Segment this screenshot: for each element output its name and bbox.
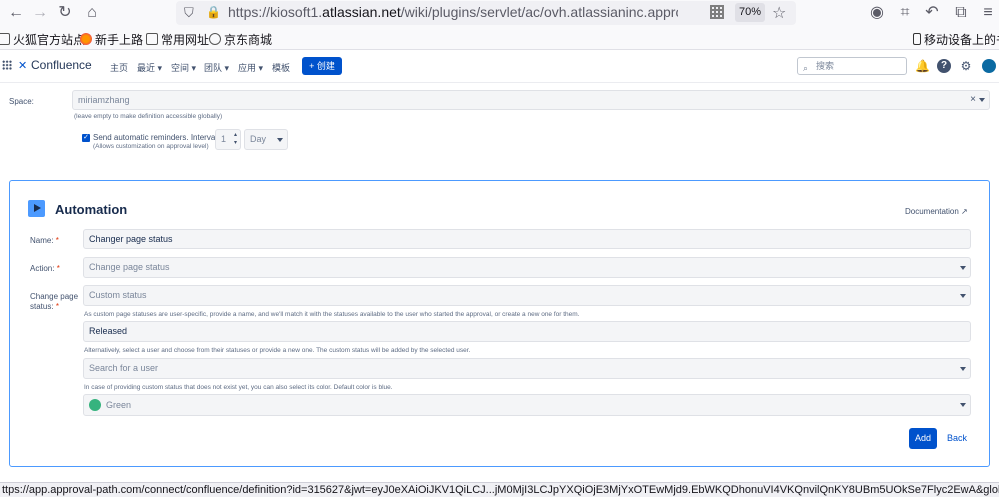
app-switcher-icon[interactable]	[2, 60, 12, 70]
account-icon[interactable]: ◉	[867, 3, 887, 23]
automation-title: Automation	[55, 202, 128, 217]
url-text: https://kiosoft1.atlassian.net/wiki/plug…	[228, 4, 678, 20]
qr-code-icon[interactable]	[710, 5, 724, 19]
status-name-input[interactable]: Released	[83, 321, 971, 342]
bookmark-getting-started[interactable]: 新手上路	[80, 31, 143, 48]
documentation-link[interactable]: Documentation ↗	[905, 207, 968, 216]
name-label: Name: *	[30, 236, 59, 245]
chevron-down-icon	[979, 98, 985, 102]
interval-stepper[interactable]: 1 ▴ ▾	[215, 129, 241, 150]
reminder-checkbox[interactable]: ✓	[82, 134, 90, 142]
action-select[interactable]: Change page status	[83, 257, 971, 278]
home-icon[interactable]: ⌂	[82, 3, 102, 23]
user-hint: Alternatively, select a user and choose …	[84, 347, 471, 354]
nav-home[interactable]: 主页	[110, 61, 128, 74]
space-select[interactable]: miriamzhang ×	[72, 90, 990, 110]
color-hint: In case of providing custom status that …	[84, 384, 393, 391]
undo-icon[interactable]: ↶	[922, 3, 942, 23]
folder-icon	[0, 33, 10, 45]
notifications-icon[interactable]: 🔔	[915, 59, 930, 73]
change-status-label: Change page status: *	[30, 292, 79, 311]
help-icon[interactable]: ?	[937, 59, 951, 73]
chevron-down-icon	[960, 293, 966, 298]
nav-templates[interactable]: 模板	[272, 61, 290, 74]
create-button[interactable]: + 创建	[302, 57, 342, 75]
nav-apps[interactable]: 应用 ▾	[238, 61, 263, 74]
mobile-icon	[913, 33, 921, 45]
extensions-icon[interactable]: ⧉	[951, 3, 971, 23]
automation-play-icon	[28, 200, 45, 217]
nav-recent[interactable]: 最近 ▾	[137, 61, 162, 74]
chevron-down-icon	[960, 366, 966, 371]
clear-icon[interactable]: ×	[970, 91, 976, 109]
bookmark-jd-mall[interactable]: 京东商城	[209, 31, 272, 48]
bookmarks-bar: 火狐官方站点 新手上路 常用网址 京东商城 移动设备上的书签	[0, 27, 999, 50]
search-icon: ⌕	[803, 63, 809, 73]
folder-icon	[146, 33, 158, 45]
nav-teams[interactable]: 团队 ▾	[204, 61, 229, 74]
chevron-down-icon	[960, 403, 966, 407]
chevron-down-icon	[960, 265, 966, 270]
user-search-select[interactable]: Search for a user	[83, 358, 971, 379]
back-link[interactable]: Back	[947, 433, 967, 443]
bookmark-mobile[interactable]: 移动设备上的书签	[913, 31, 999, 48]
action-label: Action: *	[30, 264, 60, 273]
firefox-icon	[80, 33, 92, 45]
automation-panel: Automation Documentation ↗ Name: * Chang…	[9, 180, 990, 467]
address-bar[interactable]: ⛉ 🔒 https://kiosoft1.atlassian.net/wiki/…	[176, 1, 796, 25]
globe-icon	[209, 33, 221, 45]
shield-icon: ⛉	[184, 5, 194, 20]
bookmark-common-sites[interactable]: 常用网址	[146, 31, 209, 48]
forward-arrow-icon[interactable]: →	[30, 3, 50, 23]
custom-status-hint: As custom page statuses are user-specifi…	[84, 311, 580, 318]
lock-icon: 🔒	[206, 5, 221, 19]
browser-status-url: ttps://app.approval-path.com/connect/con…	[0, 482, 999, 497]
stepper-arrows-icon[interactable]: ▴ ▾	[234, 131, 237, 147]
interval-unit-select[interactable]: Day	[244, 129, 288, 150]
crop-icon[interactable]: ⌗	[895, 3, 915, 23]
zoom-level[interactable]: 70%	[735, 3, 765, 22]
add-button[interactable]: Add	[909, 428, 937, 449]
back-arrow-icon[interactable]: ←	[6, 3, 26, 23]
confluence-logo-icon: ✕	[18, 60, 28, 72]
star-icon[interactable]: ☆	[772, 3, 786, 23]
name-input[interactable]: Changer page status	[83, 229, 971, 249]
reminder-hint: (Allows customization on approval level)	[93, 143, 209, 150]
custom-status-select[interactable]: Custom status	[83, 285, 971, 306]
space-label: Space:	[9, 97, 34, 106]
chevron-down-icon	[277, 137, 283, 142]
menu-icon[interactable]: ≡	[978, 3, 998, 23]
bookmark-firefox-site[interactable]: 火狐官方站点	[0, 31, 85, 48]
green-color-swatch-icon	[89, 399, 101, 411]
external-link-icon: ↗	[961, 207, 968, 216]
space-hint: (leave empty to make definition accessib…	[74, 113, 223, 120]
reminder-label: Send automatic reminders. Interval:	[93, 133, 220, 142]
avatar[interactable]	[982, 59, 996, 73]
settings-gear-icon[interactable]: ⚙	[959, 59, 973, 73]
browser-toolbar: ← → ↻ ⌂ ⛉ 🔒 https://kiosoft1.atlassian.n…	[0, 0, 999, 27]
app-name[interactable]: Confluence	[31, 58, 92, 72]
nav-spaces[interactable]: 空间 ▾	[171, 61, 196, 74]
reload-icon[interactable]: ↻	[55, 3, 75, 23]
search-input[interactable]: ⌕ 搜索	[797, 57, 907, 75]
confluence-header: ✕ Confluence 主页 最近 ▾ 空间 ▾ 团队 ▾ 应用 ▾ 模板 +…	[0, 51, 999, 83]
color-select[interactable]: Green	[83, 394, 971, 416]
